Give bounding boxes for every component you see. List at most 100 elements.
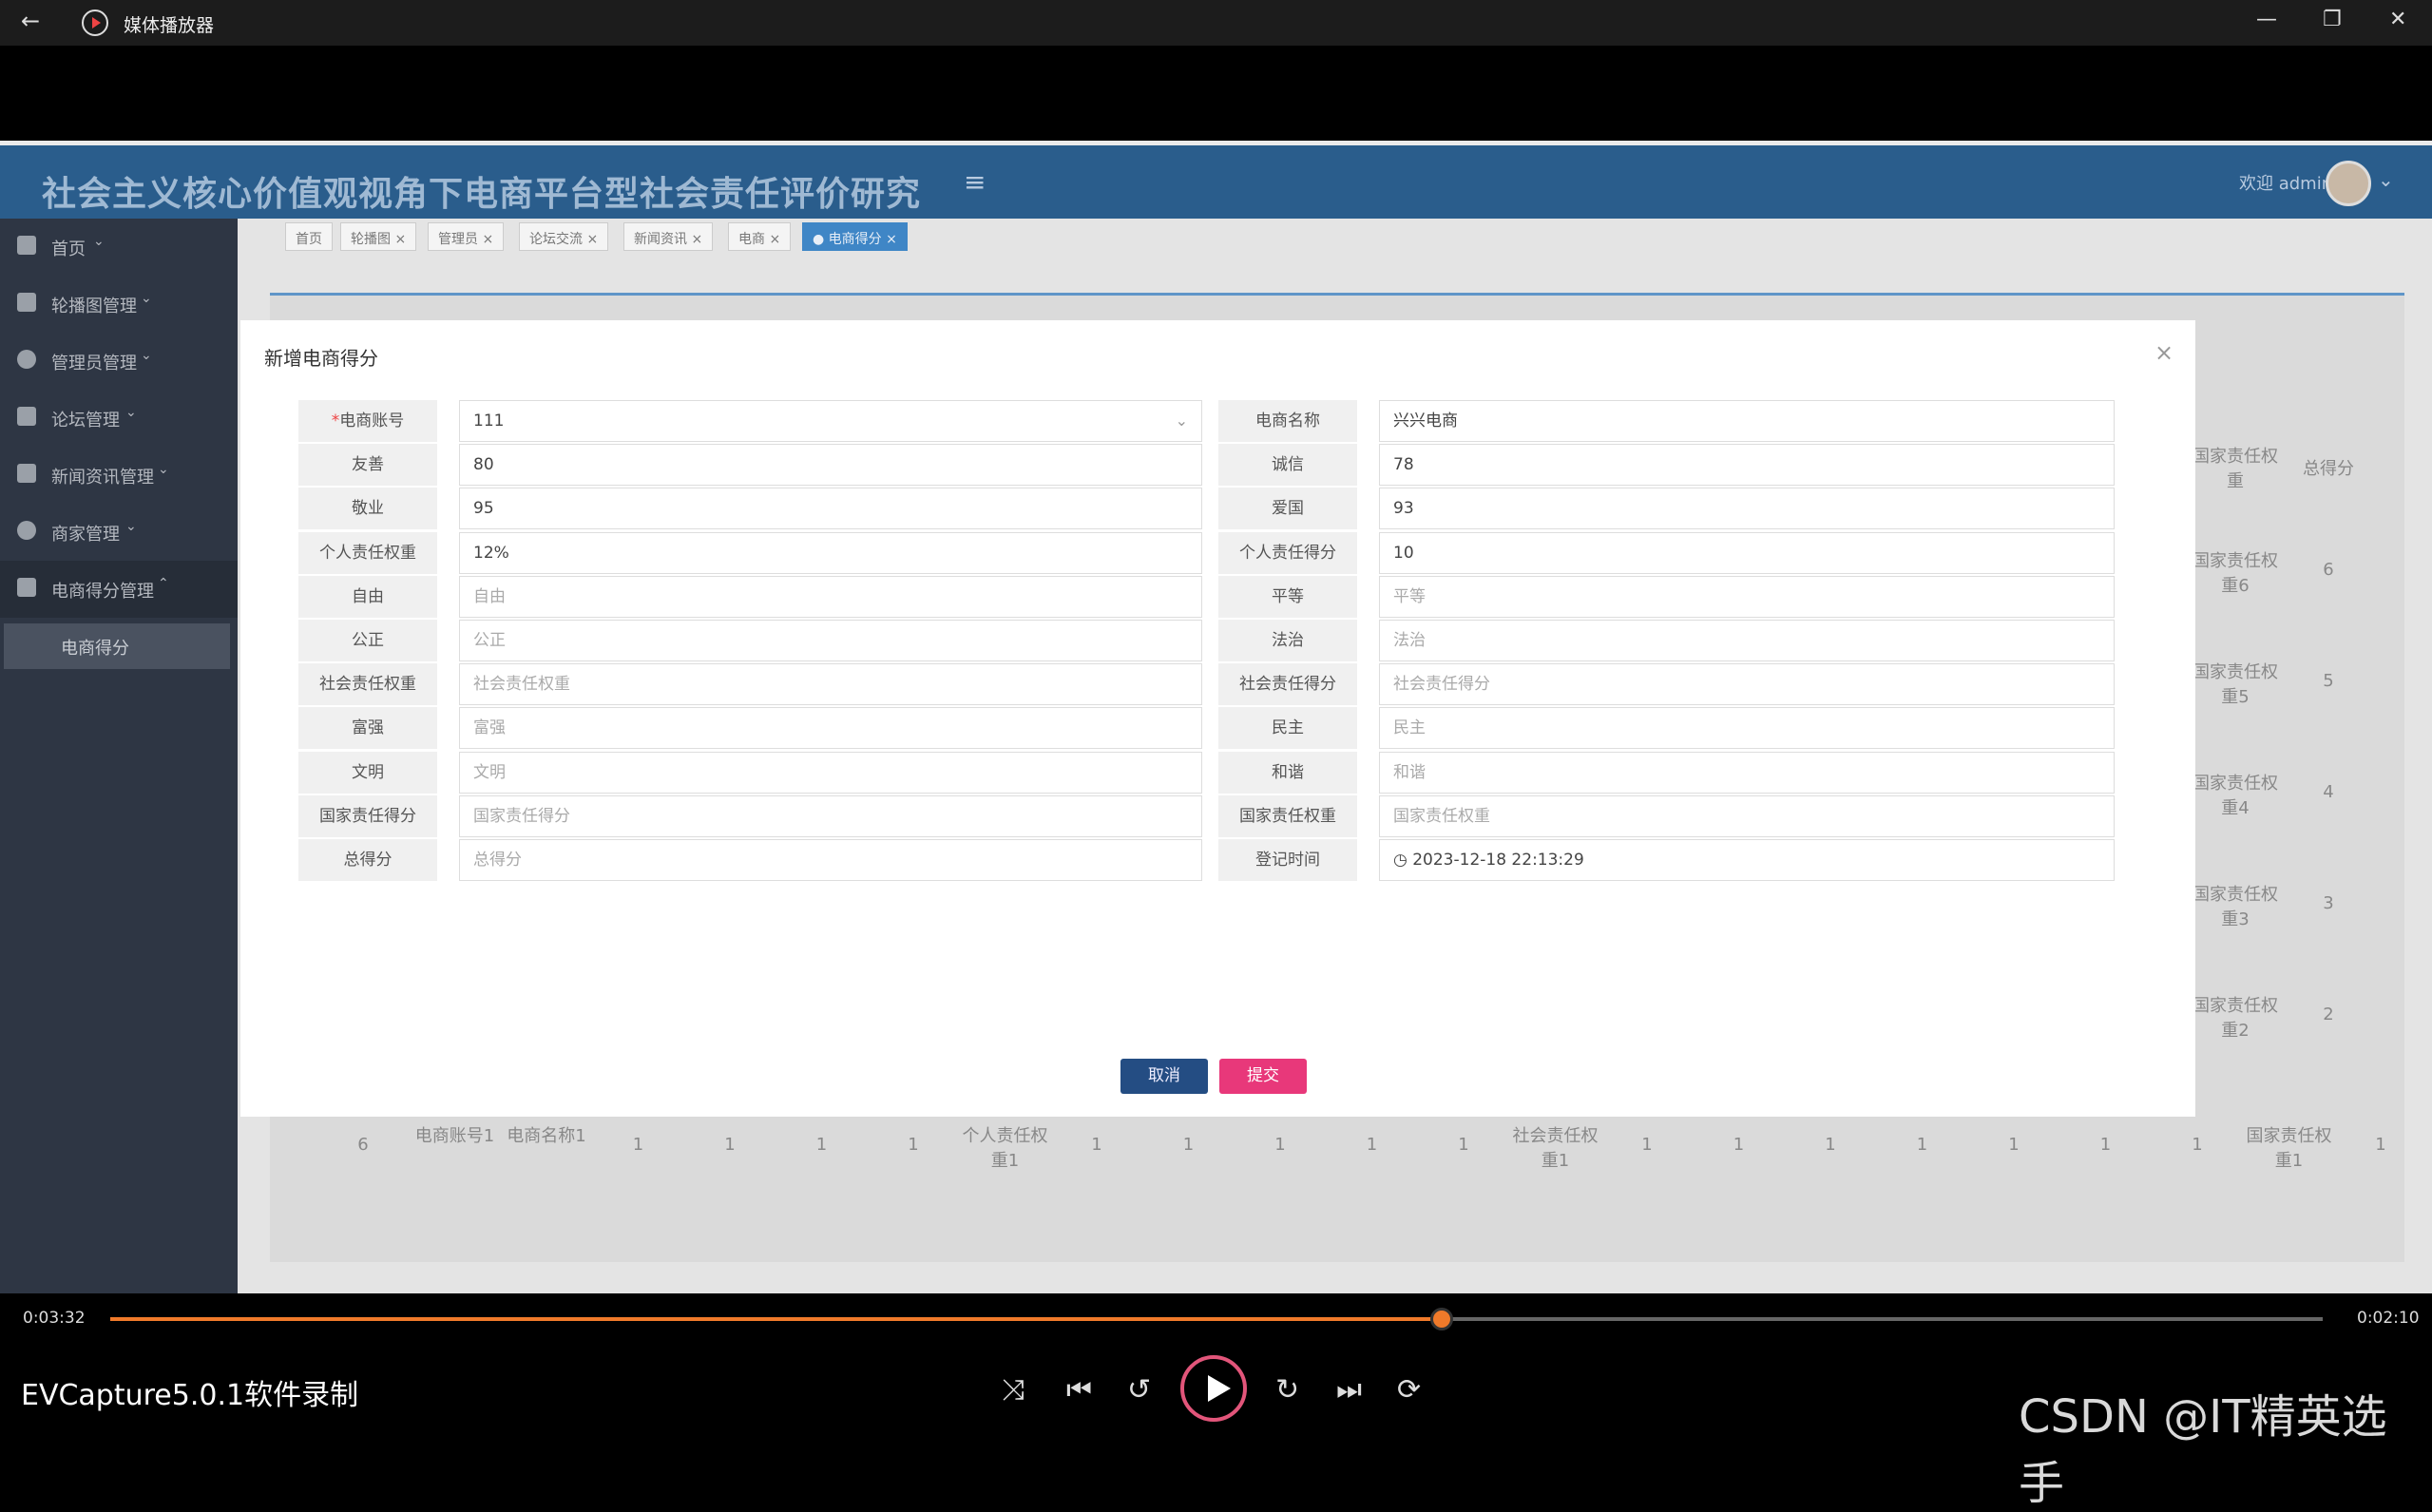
player-titlebar: ← 媒体播放器 — ❐ ✕ xyxy=(0,0,2432,46)
form-input[interactable]: 兴兴电商 xyxy=(1379,400,2115,442)
previous-icon[interactable]: ⏮ xyxy=(1066,1373,1092,1407)
table-cell: 1 xyxy=(908,1135,919,1155)
sidebar-item-admins[interactable]: 管理员管理 ⌄ xyxy=(0,333,238,390)
field-label-text: 自由 xyxy=(352,586,384,606)
form-input[interactable]: 国家责任得分 xyxy=(459,794,1202,837)
total-time: 0:02:10 xyxy=(2357,1309,2420,1328)
field-label-text: 总得分 xyxy=(343,851,393,870)
sidebar-item-merchants[interactable]: 商家管理 ⌄ xyxy=(0,504,238,561)
tab-carousel[interactable]: 轮播图 × xyxy=(340,222,417,251)
table-cell: 6 xyxy=(357,1135,369,1155)
close-icon[interactable]: ✕ xyxy=(2389,8,2406,31)
cancel-button[interactable]: 取消 xyxy=(1120,1059,1208,1094)
avatar[interactable] xyxy=(2326,161,2371,206)
table-cell: 国家责任权重6 xyxy=(2193,551,2278,596)
briefcase-icon xyxy=(17,578,36,597)
sidebar-item-label: 管理员管理 xyxy=(51,354,137,373)
form-input[interactable]: 和谐 xyxy=(1379,751,2115,794)
sidebar-item-home[interactable]: 首页 ⌄ xyxy=(0,219,238,276)
table-cell: 国家责任权重3 xyxy=(2193,885,2278,929)
field-label: 社会责任权重 xyxy=(298,663,437,706)
welcome-text: 欢迎 admin xyxy=(2239,174,2333,194)
menu-icon[interactable]: ≡ xyxy=(964,166,986,198)
rewind-10-icon[interactable]: ↺ xyxy=(1127,1373,1151,1407)
table-cell: 1 xyxy=(2008,1135,2020,1155)
sidebar-item-carousel[interactable]: 轮播图管理 ⌄ xyxy=(0,276,238,333)
minimize-icon[interactable]: — xyxy=(2256,8,2277,31)
progress-handle[interactable] xyxy=(1430,1308,1454,1330)
field-label: 总得分 xyxy=(298,839,437,881)
form-input[interactable]: 95 xyxy=(459,488,1202,530)
chevron-down-icon: ⌄ xyxy=(93,234,105,249)
player-controls: 0:03:32 0:02:10 EVCapture5.0.1软件录制 ⤨ ⏮ ↺… xyxy=(0,1293,2432,1510)
form-input[interactable]: ◷ 2023-12-18 22:13:29 xyxy=(1379,839,2115,881)
table-cell: 5 xyxy=(2323,671,2334,691)
column-header: 总得分 xyxy=(2303,459,2354,479)
table-cell: 电商名称1 xyxy=(507,1126,586,1146)
field-label-text: 国家责任权重 xyxy=(1239,806,1336,826)
maximize-icon[interactable]: ❐ xyxy=(2323,8,2342,31)
field-label: 敬业 xyxy=(298,488,437,530)
field-label: 个人责任权重 xyxy=(298,531,437,574)
form-input[interactable]: 80 xyxy=(459,444,1202,487)
chevron-up-icon: ⌃ xyxy=(158,576,169,591)
forum-icon xyxy=(17,407,36,426)
tab-merchants[interactable]: 电商 × xyxy=(728,222,792,251)
sidebar-item-scores[interactable]: 电商得分管理 ⌃ xyxy=(0,561,238,618)
add-score-dialog: 新增电商得分 × *电商账号 111 ⌄ 友善 80 敬业 95 个人责任权重 12% 自由 自由公… xyxy=(240,320,2195,1117)
sidebar-item-news[interactable]: 新闻资讯管理 ⌄ xyxy=(0,447,238,504)
form-input[interactable]: 国家责任权重 xyxy=(1379,794,2115,837)
forward-30-icon[interactable]: ↻ xyxy=(1275,1373,1299,1407)
field-label-text: 电商名称 xyxy=(1255,411,1320,431)
shuffle-icon[interactable]: ⤨ xyxy=(1002,1373,1025,1407)
chevron-down-icon[interactable]: ⌄ xyxy=(2378,168,2394,191)
back-icon[interactable]: ← xyxy=(21,8,40,34)
field-label: 电商名称 xyxy=(1218,400,1357,442)
form-input[interactable]: 文明 xyxy=(459,751,1202,794)
form-input[interactable]: 自由 xyxy=(459,575,1202,618)
table-cell: 1 xyxy=(2192,1135,2203,1155)
repeat-icon[interactable]: ⟳ xyxy=(1397,1373,1421,1407)
sidebar-item-forum[interactable]: 论坛管理 ⌄ xyxy=(0,390,238,447)
form-input[interactable]: 富强 xyxy=(459,707,1202,750)
field-label: *电商账号 xyxy=(298,400,437,442)
tab-scores[interactable]: ● 电商得分 × xyxy=(802,222,908,251)
tab-home[interactable]: 首页 xyxy=(285,222,333,251)
form-input[interactable]: 法治 xyxy=(1379,620,2115,661)
play-button[interactable] xyxy=(1180,1355,1247,1422)
chevron-down-icon: ⌄ xyxy=(141,291,152,306)
form-input[interactable]: 93 xyxy=(1379,488,2115,530)
form-input[interactable]: 总得分 xyxy=(459,839,1202,881)
field-label-text: 和谐 xyxy=(1272,762,1304,782)
chevron-down-icon: ⌄ xyxy=(141,348,152,363)
field-label: 诚信 xyxy=(1218,444,1357,487)
app-header: 社会主义核心价值观视角下电商平台型社会责任评价研究 ≡ 欢迎 admin ⌄ xyxy=(0,141,2432,219)
form-input[interactable]: 12% xyxy=(459,531,1202,574)
table-cell: 国家责任权重5 xyxy=(2193,662,2278,707)
field-label-text: 国家责任得分 xyxy=(319,806,416,826)
form-input[interactable]: 平等 xyxy=(1379,575,2115,618)
account-select[interactable]: 111 ⌄ xyxy=(459,400,1202,442)
player-title: 媒体播放器 xyxy=(124,15,215,36)
field-label-text: 民主 xyxy=(1272,718,1304,738)
field-label-text: 公正 xyxy=(352,631,384,650)
form-input[interactable]: 社会责任权重 xyxy=(459,663,1202,706)
home-icon xyxy=(17,236,36,255)
form-input[interactable]: 公正 xyxy=(459,620,1202,661)
submit-button[interactable]: 提交 xyxy=(1219,1059,1307,1094)
table-cell: 1 xyxy=(1182,1135,1195,1155)
form-input[interactable]: 78 xyxy=(1379,444,2115,487)
form-input[interactable]: 民主 xyxy=(1379,707,2115,750)
tab-admins[interactable]: 管理员 × xyxy=(428,222,505,251)
form-input[interactable]: 10 xyxy=(1379,531,2115,574)
tab-news[interactable]: 新闻资讯 × xyxy=(623,222,714,251)
table-cell: 1 xyxy=(2099,1135,2112,1155)
table-cell: 1 xyxy=(1366,1135,1378,1155)
table-cell: 4 xyxy=(2323,782,2334,802)
next-icon[interactable]: ⏭ xyxy=(1336,1373,1362,1407)
field-label-text: 电商账号 xyxy=(339,411,405,431)
sidebar-subitem-scores[interactable]: 电商得分 xyxy=(4,623,230,669)
close-icon[interactable]: × xyxy=(2154,339,2173,366)
tab-forum[interactable]: 论坛交流 × xyxy=(519,222,609,251)
form-input[interactable]: 社会责任得分 xyxy=(1379,663,2115,706)
